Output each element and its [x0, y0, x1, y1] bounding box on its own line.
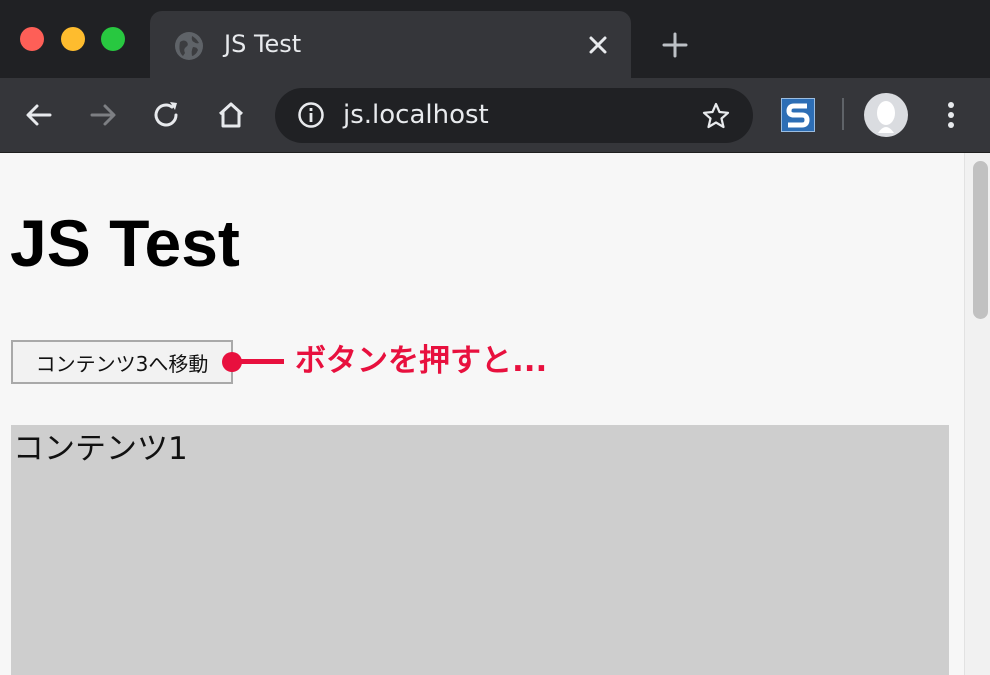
window-minimize-button[interactable] [61, 27, 85, 51]
content-section-1: コンテンツ1 [11, 425, 949, 675]
annotation-text: ボタンを押すと... [295, 343, 548, 379]
extension-logo-icon [786, 103, 810, 128]
new-tab-icon[interactable] [660, 30, 690, 60]
address-bar[interactable]: js.localhost [275, 88, 753, 143]
profile-avatar[interactable] [864, 93, 908, 137]
page-viewport: JS Test コンテンツ3へ移動 ボタンを押すと... コンテンツ1 [0, 153, 964, 675]
tab-title: JS Test [224, 30, 302, 58]
home-icon[interactable] [214, 98, 248, 132]
window-maximize-button[interactable] [101, 27, 125, 51]
info-icon[interactable] [297, 101, 325, 129]
globe-icon [175, 32, 203, 60]
title-bar: JS Test [0, 0, 990, 78]
extension-s-icon[interactable] [781, 98, 815, 132]
reload-icon[interactable] [150, 98, 184, 132]
url-text: js.localhost [343, 100, 489, 130]
content-label: コンテンツ1 [13, 431, 188, 467]
forward-arrow-icon[interactable] [86, 98, 120, 132]
close-tab-icon[interactable] [586, 33, 610, 57]
toolbar-separator [842, 98, 844, 130]
move-to-content3-button[interactable]: コンテンツ3へ移動 [11, 340, 233, 384]
page-title: JS Test [10, 206, 240, 280]
profile-avatar-icon [877, 101, 895, 133]
star-icon[interactable] [701, 101, 731, 131]
more-vert-icon[interactable] [938, 98, 964, 132]
browser-tab[interactable]: JS Test [150, 11, 631, 78]
scrollbar-thumb[interactable] [973, 161, 988, 319]
window-close-button[interactable] [20, 27, 44, 51]
annotation-line [238, 359, 284, 364]
browser-toolbar: js.localhost [0, 78, 990, 153]
vertical-scrollbar[interactable] [964, 153, 990, 675]
back-arrow-icon[interactable] [22, 98, 56, 132]
